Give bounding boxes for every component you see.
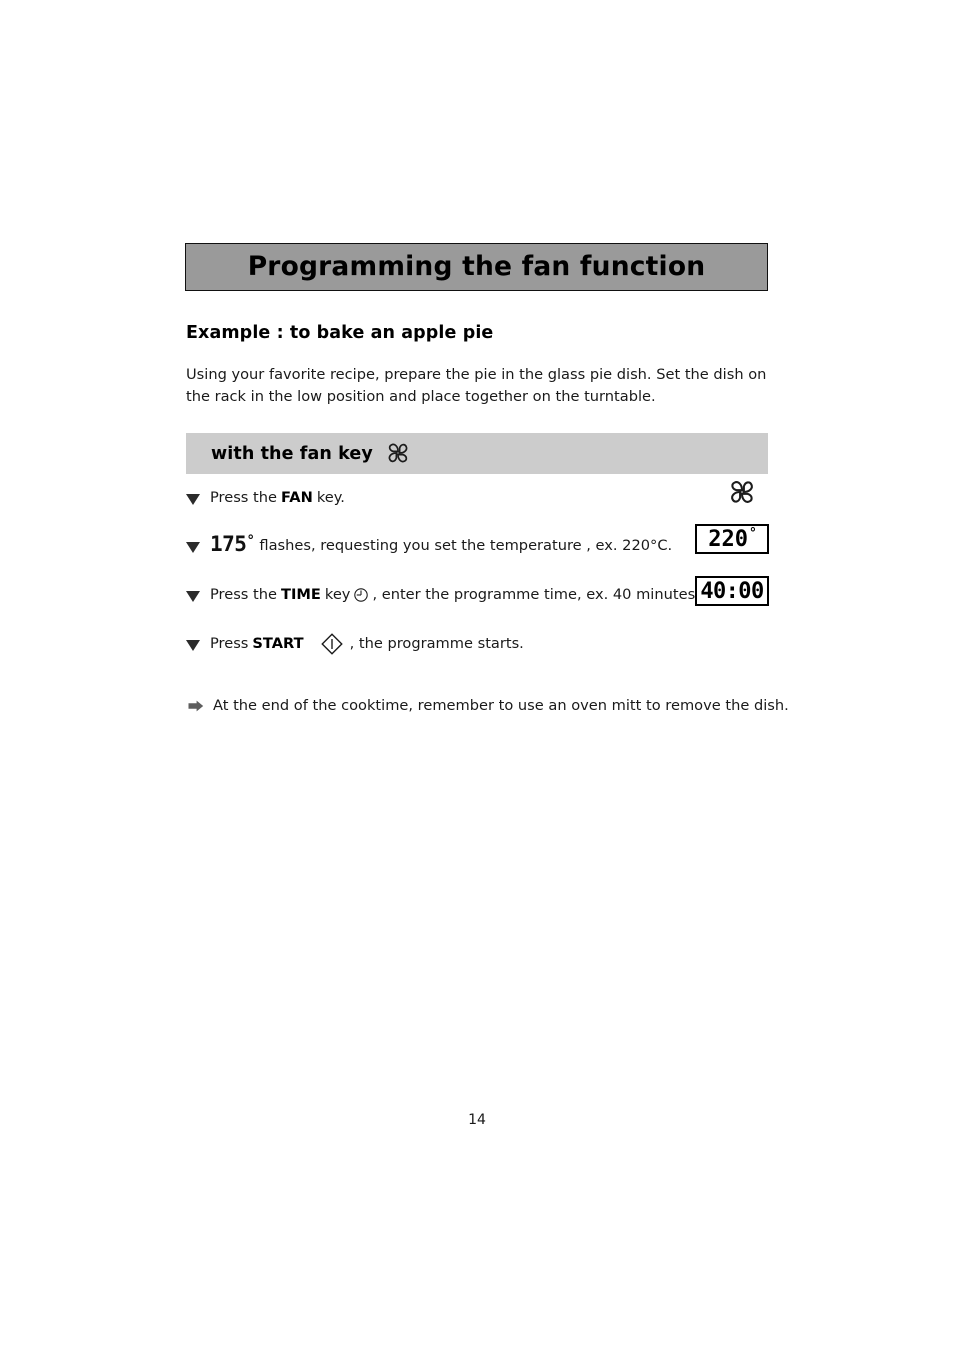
step-text-time: Press the TIME key , enter the programme… (210, 586, 700, 604)
intro-paragraph: Using your favorite recipe, prepare the … (186, 366, 767, 405)
step3-text-after: , enter the programme time, ex. 40 minut… (372, 586, 700, 604)
example-heading: Example : to bake an apple pie (186, 323, 494, 343)
triangle-down-bullet-icon (186, 541, 200, 553)
step-text-start: Press START , the programme starts. (210, 632, 524, 656)
display-temperature-value: 220 (708, 526, 748, 552)
document-page: Programming the fan function Example : t… (0, 0, 954, 1351)
clock-icon (353, 587, 369, 603)
note-text: At the end of the cooktime, remember to … (213, 697, 789, 714)
step1-text-before: Press the (210, 489, 277, 507)
page-number: 14 (468, 1112, 486, 1128)
step1-text-after: key. (316, 489, 345, 507)
display-degree-symbol: ° (748, 525, 757, 541)
step3-text-mid: key (324, 586, 351, 604)
page-title-bar: Programming the fan function (185, 243, 768, 291)
step-row-fan: Press the FAN key. (186, 482, 768, 514)
step-text-fan: Press the FAN key. (210, 489, 345, 507)
band-label: with the fan key (211, 443, 373, 464)
degree-symbol: ° (246, 533, 255, 550)
step4-bold-key: START (252, 635, 304, 653)
step3-text-before: Press the (210, 586, 277, 604)
step2-lcd-value: 175° (210, 532, 255, 557)
start-diamond-icon (320, 632, 344, 656)
page-title: Programming the fan function (247, 250, 706, 282)
step1-bold-key: FAN (281, 489, 313, 507)
display-box-time: 40:00 (695, 576, 769, 606)
fan-icon (384, 440, 412, 466)
section-band-fan-key: with the fan key (186, 433, 768, 474)
display-box-temperature: 220 ° (695, 524, 769, 554)
step3-bold-key: TIME (281, 586, 321, 604)
display-fan-icon (726, 477, 758, 511)
triangle-down-bullet-icon (186, 639, 200, 651)
step4-text-after: , the programme starts. (349, 635, 524, 653)
arrow-right-bullet-icon (188, 699, 204, 713)
display-time-value: 40:00 (700, 578, 764, 604)
step2-text-after: flashes, requesting you set the temperat… (259, 537, 673, 555)
triangle-down-bullet-icon (186, 590, 200, 602)
triangle-down-bullet-icon (186, 493, 200, 505)
step4-text-before: Press (210, 635, 249, 653)
step-row-time: Press the TIME key , enter the programme… (186, 578, 768, 612)
note-row: At the end of the cooktime, remember to … (188, 697, 789, 714)
step-text-temperature: 175° flashes, requesting you set the tem… (210, 532, 673, 558)
step-row-start: Press START , the programme starts. (186, 628, 768, 660)
step-row-temperature: 175° flashes, requesting you set the tem… (186, 528, 768, 564)
